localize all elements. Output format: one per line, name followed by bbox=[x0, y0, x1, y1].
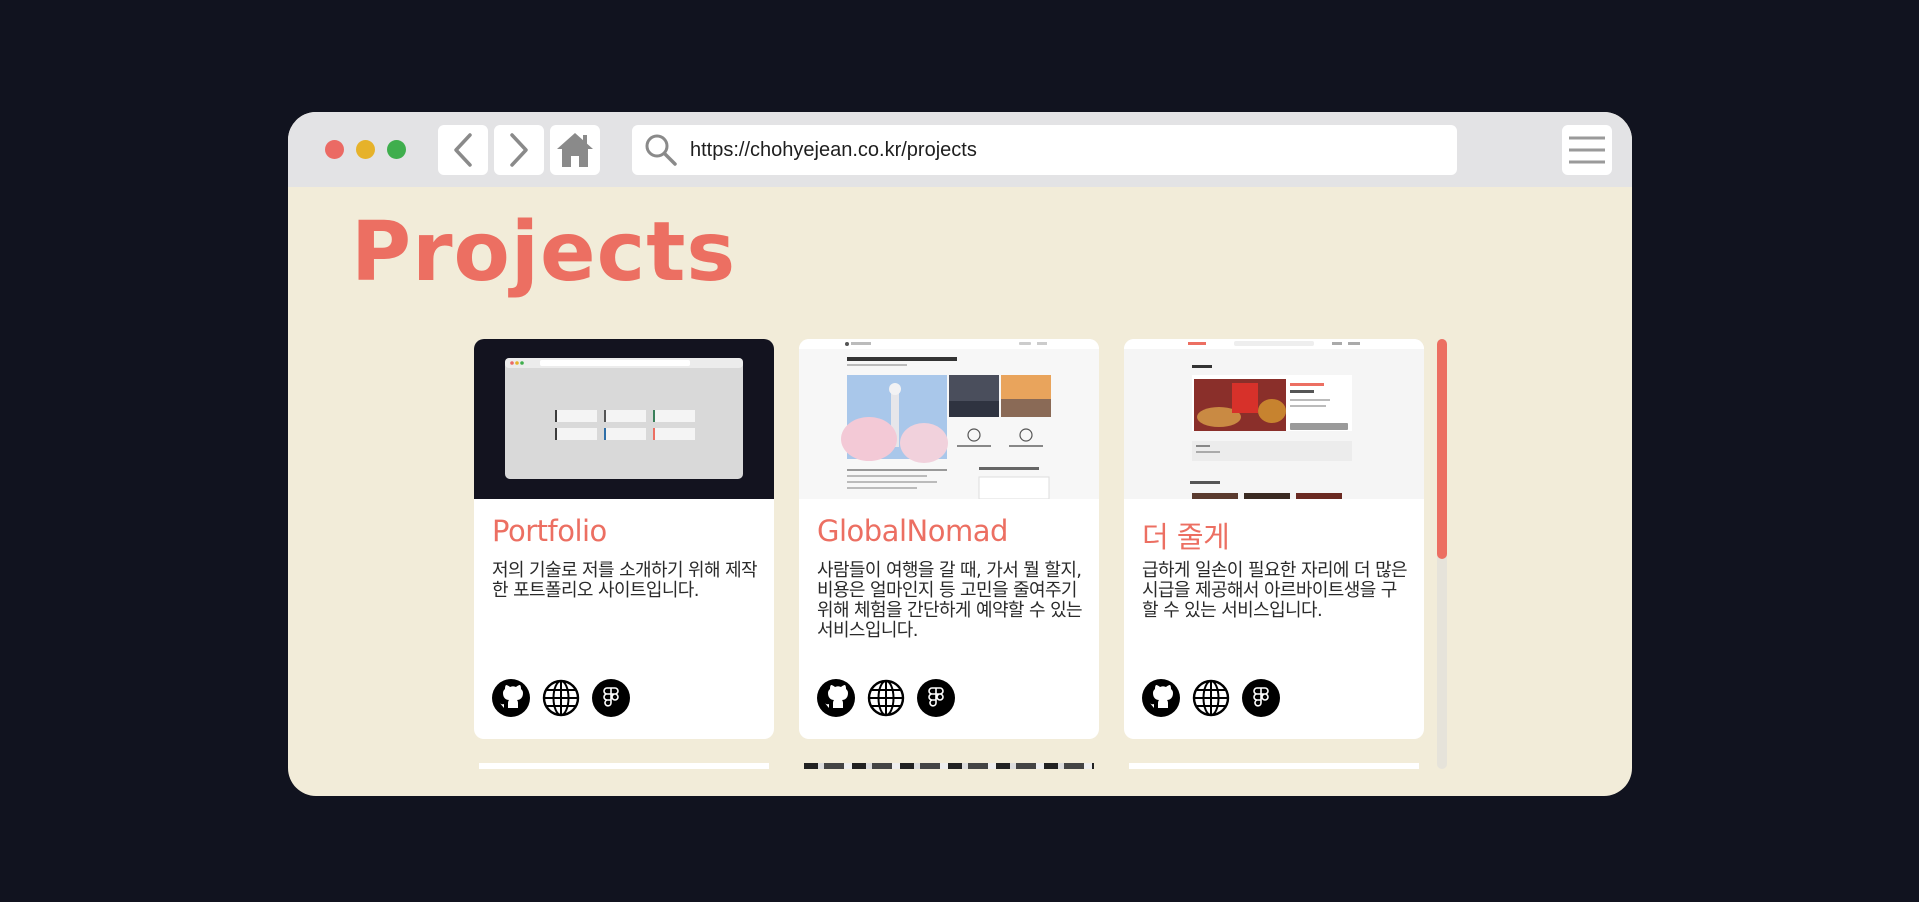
menu-button[interactable] bbox=[1562, 125, 1612, 175]
github-icon bbox=[817, 679, 855, 717]
globe-icon bbox=[867, 679, 905, 717]
project-title: GlobalNomad bbox=[817, 514, 1008, 548]
back-icon bbox=[454, 133, 472, 167]
project-links bbox=[492, 679, 630, 717]
next-row-card-edge bbox=[1129, 763, 1419, 769]
github-icon bbox=[1142, 679, 1180, 717]
home-button[interactable] bbox=[550, 125, 600, 175]
figma-link[interactable] bbox=[1242, 679, 1280, 717]
project-card-globalnomad[interactable]: GlobalNomad 사람들이 여행을 갈 때, 가서 뭘 할지, 비용은 얼… bbox=[799, 339, 1099, 739]
browser-window: https://chohyejean.co.kr/projects Projec… bbox=[288, 112, 1632, 796]
menu-icon bbox=[1569, 136, 1605, 164]
github-link[interactable] bbox=[492, 679, 530, 717]
next-row-card-edge bbox=[804, 763, 1094, 769]
browser-toolbar: https://chohyejean.co.kr/projects bbox=[288, 112, 1632, 187]
scrollbar-thumb[interactable] bbox=[1437, 339, 1447, 559]
github-link[interactable] bbox=[1142, 679, 1180, 717]
home-icon bbox=[557, 133, 593, 167]
project-title: Portfolio bbox=[492, 514, 607, 548]
website-link[interactable] bbox=[1192, 679, 1230, 717]
project-title: 더 줄게 bbox=[1142, 520, 1230, 554]
figma-link[interactable] bbox=[592, 679, 630, 717]
project-thumbnail bbox=[1124, 339, 1424, 499]
forward-icon bbox=[510, 133, 528, 167]
website-link[interactable] bbox=[542, 679, 580, 717]
address-bar[interactable]: https://chohyejean.co.kr/projects bbox=[632, 125, 1457, 175]
website-link[interactable] bbox=[867, 679, 905, 717]
project-thumbnail bbox=[474, 339, 774, 499]
next-row-card-edge bbox=[479, 763, 769, 769]
figma-icon bbox=[592, 679, 630, 717]
github-link[interactable] bbox=[817, 679, 855, 717]
back-button[interactable] bbox=[438, 125, 488, 175]
url-text[interactable]: https://chohyejean.co.kr/projects bbox=[690, 139, 977, 162]
github-icon bbox=[492, 679, 530, 717]
project-description: 사람들이 여행을 갈 때, 가서 뭘 할지, 비용은 얼마인지 등 고민을 줄여… bbox=[817, 560, 1083, 641]
project-links bbox=[817, 679, 955, 717]
project-card-deo-julge[interactable]: 더 줄게 급하게 일손이 필요한 자리에 더 많은 시급을 제공해서 아르바이트… bbox=[1124, 339, 1424, 739]
project-list: Portfolio 저의 기술로 저를 소개하기 위해 제작한 포트폴리오 사이… bbox=[474, 339, 1424, 769]
forward-button[interactable] bbox=[494, 125, 544, 175]
project-links bbox=[1142, 679, 1280, 717]
close-window-dot[interactable] bbox=[325, 140, 344, 159]
figma-link[interactable] bbox=[917, 679, 955, 717]
project-thumbnail bbox=[799, 339, 1099, 499]
project-card-portfolio[interactable]: Portfolio 저의 기술로 저를 소개하기 위해 제작한 포트폴리오 사이… bbox=[474, 339, 774, 739]
figma-icon bbox=[1242, 679, 1280, 717]
globe-icon bbox=[542, 679, 580, 717]
minimize-window-dot[interactable] bbox=[356, 140, 375, 159]
search-icon bbox=[645, 134, 677, 166]
project-description: 저의 기술로 저를 소개하기 위해 제작한 포트폴리오 사이트입니다. bbox=[492, 560, 758, 601]
figma-icon bbox=[917, 679, 955, 717]
globe-icon bbox=[1192, 679, 1230, 717]
maximize-window-dot[interactable] bbox=[387, 140, 406, 159]
project-description: 급하게 일손이 필요한 자리에 더 많은 시급을 제공해서 아르바이트생을 구할… bbox=[1142, 560, 1408, 621]
scrollbar-track[interactable] bbox=[1437, 339, 1447, 769]
page-title: Projects bbox=[351, 205, 737, 300]
